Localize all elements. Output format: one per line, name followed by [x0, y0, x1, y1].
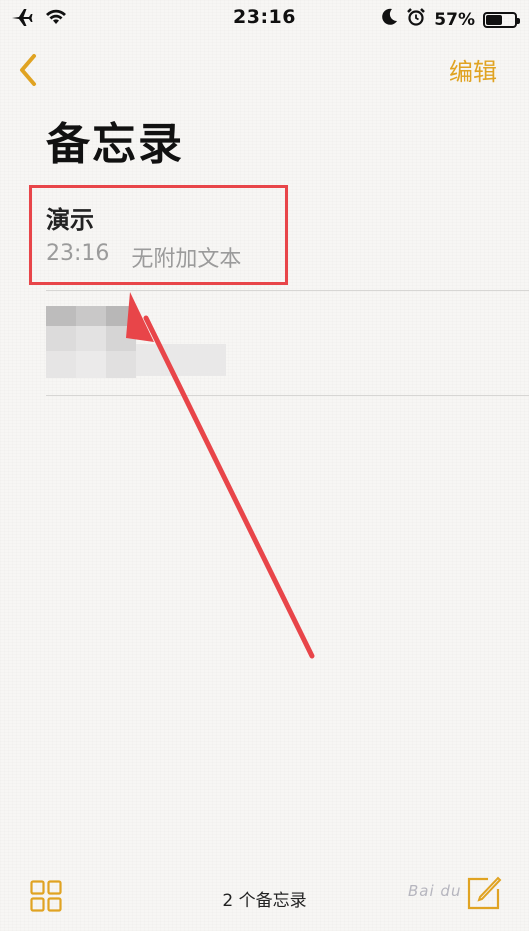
pixel-block	[106, 306, 136, 326]
moon-icon	[382, 8, 398, 31]
pixel-block	[106, 326, 136, 351]
pixel-block	[46, 326, 76, 351]
chevron-left-icon	[20, 54, 36, 86]
pixel-block	[136, 344, 226, 376]
status-bar: 23:16 57%	[0, 0, 529, 38]
pixel-block	[76, 351, 106, 378]
watermark: Bai du	[408, 882, 462, 900]
list-divider	[46, 290, 529, 291]
pixel-block	[46, 351, 76, 378]
battery-fill	[486, 14, 502, 25]
alarm-icon	[406, 7, 426, 32]
pixelated-note-item[interactable]	[46, 306, 246, 378]
pixel-block	[76, 326, 106, 351]
edit-button[interactable]: 编辑	[449, 52, 497, 87]
list-divider	[46, 395, 529, 396]
page-title: 备忘录	[46, 119, 184, 170]
battery-percent: 57%	[434, 9, 475, 30]
compose-icon	[467, 876, 502, 910]
compose-button[interactable]	[466, 875, 502, 911]
highlight-box	[29, 185, 288, 285]
battery-icon	[483, 11, 520, 28]
pixel-block	[46, 306, 76, 326]
pixel-block	[106, 351, 136, 378]
pixel-block	[76, 306, 106, 326]
back-button[interactable]	[14, 50, 44, 90]
status-right: 57%	[382, 7, 520, 32]
